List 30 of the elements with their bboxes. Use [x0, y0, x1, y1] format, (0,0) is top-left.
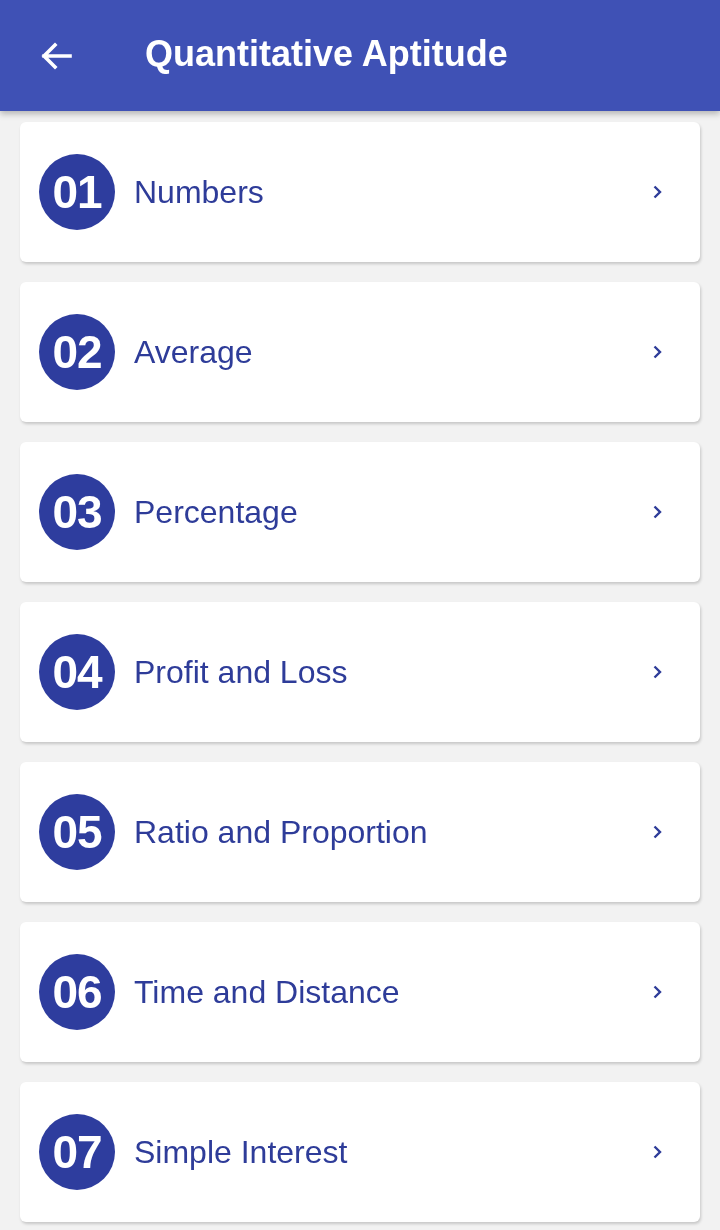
topic-number: 02: [39, 314, 115, 390]
topic-card[interactable]: 02 Average: [20, 282, 700, 422]
topic-number: 07: [39, 1114, 115, 1190]
topic-number: 03: [39, 474, 115, 550]
chevron-right-icon: [653, 345, 662, 359]
topic-number: 06: [39, 954, 115, 1030]
topic-title: Average: [134, 333, 254, 372]
topic-card[interactable]: 04 Profit and Loss: [20, 602, 700, 742]
topic-card[interactable]: 06 Time and Distance: [20, 922, 700, 1062]
topic-title: Percentage: [134, 493, 299, 532]
chevron-right-icon: [653, 185, 662, 199]
topic-number: 01: [39, 154, 115, 230]
back-arrow-icon: [40, 41, 72, 70]
topic-title: Ratio and Proportion: [134, 813, 429, 852]
topic-card[interactable]: 01 Numbers: [20, 122, 700, 262]
topic-card[interactable]: 07 Simple Interest: [20, 1082, 700, 1222]
topic-title: Profit and Loss: [134, 653, 349, 692]
topic-title: Simple Interest: [134, 1133, 349, 1172]
topic-card[interactable]: 03 Percentage: [20, 442, 700, 582]
chevron-right-icon: [653, 825, 662, 839]
topic-card[interactable]: 05 Ratio and Proportion: [20, 762, 700, 902]
topic-title: Numbers: [134, 173, 265, 212]
chevron-right-icon: [653, 665, 662, 679]
topic-title: Time and Distance: [134, 973, 401, 1012]
topic-number: 05: [39, 794, 115, 870]
chevron-right-icon: [653, 985, 662, 999]
chevron-right-icon: [653, 505, 662, 519]
screen-title: Quantitative Aptitude: [145, 31, 508, 76]
chevron-right-icon: [653, 1145, 662, 1159]
topic-number: 04: [39, 634, 115, 710]
